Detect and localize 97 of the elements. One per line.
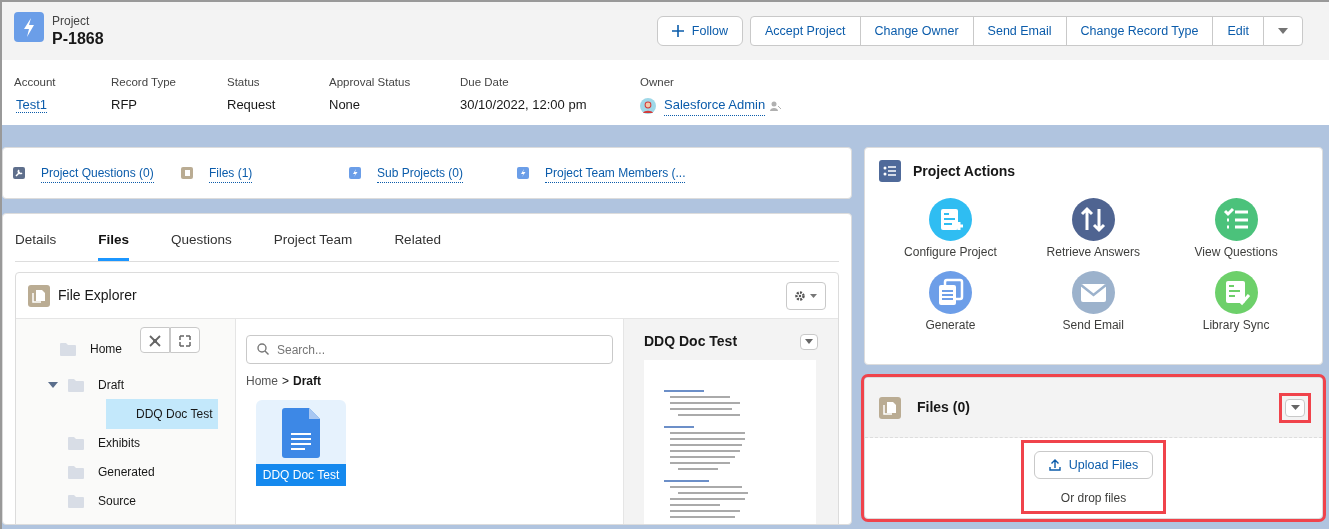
field-label: Due Date (460, 75, 510, 90)
action-label: Generate (924, 317, 977, 334)
plus-icon (671, 25, 684, 37)
document-icon (282, 408, 320, 459)
breadcrumb-current: Draft (293, 373, 322, 391)
field-value: None (329, 96, 362, 115)
related-link[interactable]: Sub Projects (0) (377, 163, 464, 183)
caret-icon (1278, 28, 1288, 35)
folder-icon (68, 377, 84, 394)
action-tile[interactable]: Configure Project (879, 198, 1022, 261)
related-link[interactable]: Project Team Members (... (545, 163, 686, 183)
tab[interactable]: Questions (171, 224, 232, 262)
folder-icon (60, 341, 76, 358)
list-icon (879, 160, 901, 182)
panel-title: File Explorer (58, 286, 137, 306)
owner-link[interactable]: Salesforce Admin (664, 95, 766, 116)
action-button[interactable]: Send Email (972, 16, 1067, 46)
expand-icon (179, 335, 191, 348)
action-label: Retrieve Answers (1045, 244, 1141, 261)
drop-hint: Or drop files (1059, 490, 1128, 507)
action-label: View Questions (1193, 244, 1279, 261)
file-name: DDQ Doc Test (256, 464, 346, 487)
wrench-icon (13, 167, 25, 179)
field-label: Account (14, 75, 57, 90)
action-label: Library Sync (1201, 317, 1271, 334)
file-icon (181, 167, 193, 179)
card-title: Files (0) (917, 398, 970, 417)
action-tile[interactable]: Library Sync (1164, 271, 1308, 334)
field-value: Request (227, 96, 277, 115)
action-icon (1071, 271, 1115, 314)
action-icon (1214, 198, 1258, 241)
upload-button[interactable]: Upload Files (1033, 451, 1154, 479)
field-value: RFP (111, 96, 138, 115)
account-link[interactable]: Test1 (16, 97, 48, 114)
action-label: Configure Project (903, 244, 998, 261)
tab[interactable]: Project Team (273, 224, 353, 262)
preview-title: DDQ Doc Test (644, 332, 738, 352)
caret-icon (48, 382, 58, 389)
change-owner-icon (769, 99, 782, 112)
field-label: Status (227, 75, 261, 90)
lightning-icon (14, 12, 44, 42)
caret-icon (810, 293, 818, 298)
preview-menu-button[interactable] (800, 333, 818, 350)
tab[interactable]: Related (394, 224, 441, 262)
more-actions-button[interactable] (1263, 16, 1303, 46)
tree-item[interactable]: Source (92, 488, 143, 515)
tree-item[interactable]: Home (84, 336, 128, 363)
tab[interactable]: Details (15, 224, 57, 262)
related-link[interactable]: Project Questions (0) (41, 163, 154, 183)
file-tile[interactable]: DDQ Doc Test (256, 400, 346, 487)
field-label: Approval Status (329, 75, 412, 90)
tree-item[interactable]: Draft (92, 372, 130, 399)
record-title: P-1868 (52, 30, 104, 48)
upload-icon (1048, 459, 1061, 471)
expand-all-button[interactable] (170, 327, 200, 354)
tree-item[interactable]: DDQ Doc Test (106, 399, 219, 430)
field-value: 30/10/2022, 12:00 pm (460, 96, 588, 115)
action-icon (1214, 271, 1258, 314)
action-icon (1071, 198, 1115, 241)
folder-icon (68, 493, 84, 510)
caret-icon (805, 339, 813, 345)
action-tile[interactable]: Send Email (1021, 271, 1165, 334)
bolt-icon (349, 167, 361, 179)
files-icon (28, 284, 50, 307)
bolt-icon (517, 167, 529, 179)
search-icon (257, 343, 269, 356)
action-label: Send Email (1061, 317, 1125, 334)
action-button[interactable]: Change Owner (859, 16, 974, 46)
field-label: Owner (640, 75, 675, 90)
action-icon (928, 198, 972, 241)
tree-item[interactable]: Exhibits (92, 430, 147, 457)
breadcrumb-link[interactable]: Home (246, 372, 278, 391)
avatar-icon (640, 97, 656, 114)
breadcrumb-separator: > (282, 373, 290, 391)
collapse-all-button[interactable] (140, 327, 170, 354)
card-title: Project Actions (913, 161, 1016, 181)
collapse-icon (149, 335, 161, 348)
settings-icon (794, 289, 807, 302)
action-button[interactable]: Accept Project (749, 16, 861, 46)
action-tile[interactable]: Generate (879, 271, 1022, 334)
files-icon (879, 396, 901, 419)
search-field[interactable]: Search... (246, 335, 613, 365)
follow-button[interactable]: Follow (656, 16, 743, 46)
tree-item[interactable]: Generated (92, 459, 161, 486)
settings-menu-button[interactable] (786, 281, 826, 310)
action-tile[interactable]: View Questions (1164, 198, 1308, 261)
action-icon (928, 271, 972, 314)
action-tile[interactable]: Retrieve Answers (1021, 198, 1165, 261)
related-link[interactable]: Files (1) (209, 163, 253, 183)
folder-icon (68, 435, 84, 452)
object-type-label: Project (52, 13, 91, 30)
action-button[interactable]: Edit (1212, 16, 1264, 46)
tab[interactable]: Files (98, 224, 130, 262)
field-label: Record Type (111, 75, 177, 90)
action-button[interactable]: Change Record Type (1065, 16, 1214, 46)
caret-icon (1290, 405, 1300, 410)
folder-icon (68, 464, 84, 481)
